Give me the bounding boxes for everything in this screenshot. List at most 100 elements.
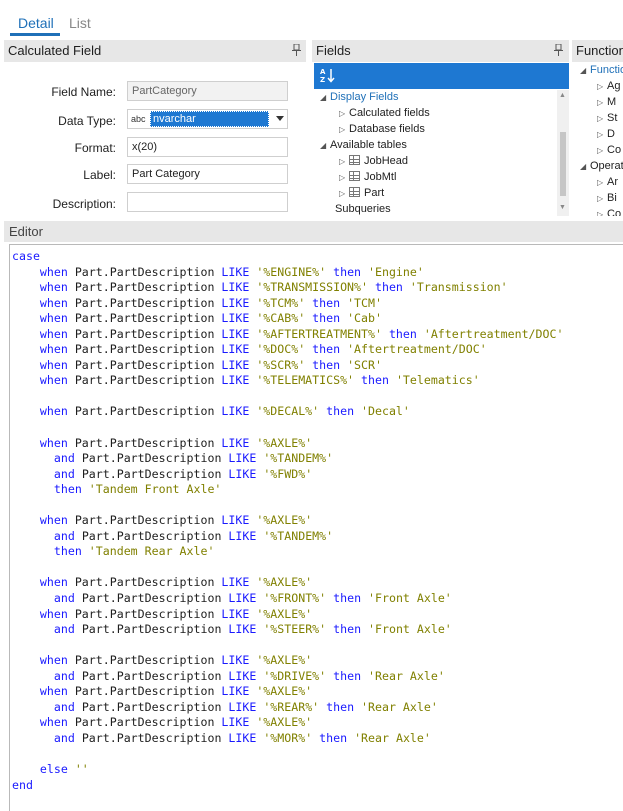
code-line: when Part.PartDescription LIKE '%AFTERTR…: [39, 326, 564, 341]
sort-az-icon[interactable]: AZ: [320, 67, 336, 86]
tree-item-calculated-fields[interactable]: ▷ Calculated fields: [339, 107, 430, 123]
scroll-up-icon[interactable]: ▲: [559, 92, 566, 99]
tab-detail[interactable]: Detail: [18, 15, 54, 31]
code-line: when Part.PartDescription LIKE '%AXLE%': [39, 653, 313, 668]
tree-item-operator-group[interactable]: ▷ Ar: [597, 176, 618, 192]
expand-icon[interactable]: ▷: [597, 130, 607, 139]
code-line: when Part.PartDescription LIKE '%DOC%' t…: [39, 342, 487, 357]
expand-icon[interactable]: ▷: [339, 125, 349, 134]
code-line: and Part.PartDescription LIKE '%TANDEM%': [53, 528, 334, 543]
expand-icon[interactable]: ▷: [597, 194, 607, 203]
fields-scrollbar[interactable]: ▲ ▼: [557, 90, 569, 216]
collapse-icon[interactable]: ◢: [580, 66, 590, 75]
code-line: when Part.PartDescription LIKE '%ENGINE%…: [39, 264, 424, 279]
expand-icon[interactable]: ▷: [597, 146, 607, 155]
table-icon: [349, 187, 360, 197]
field-name-label: Field Name:: [51, 85, 116, 99]
collapse-icon[interactable]: ◢: [320, 141, 330, 150]
tree-item-part[interactable]: ▷ Part: [339, 187, 384, 203]
tree-item-operator-group[interactable]: ▷ Co: [597, 208, 621, 216]
tree-item-jobmtl[interactable]: ▷ JobMtl: [339, 171, 396, 187]
code-line: case: [12, 249, 40, 263]
code-content[interactable]: case when Part.PartDescription LIKE '%EN…: [12, 249, 563, 793]
functions-title: Functions: [576, 43, 623, 58]
fields-title: Fields: [316, 43, 351, 58]
functions-panel: Functions ◢Functions ▷Ag ▷M ▷St ▷D ▷Co ◢…: [572, 40, 623, 216]
tree-item-function-group[interactable]: ▷ Co: [597, 144, 621, 160]
data-type-value: nvarchar: [150, 111, 269, 127]
fields-header: Fields: [312, 40, 569, 62]
code-line: end: [12, 777, 33, 792]
tree-item-operator-group[interactable]: ▷ Bi: [597, 192, 617, 208]
data-type-label: Data Type:: [58, 114, 116, 128]
svg-text:Z: Z: [320, 76, 325, 83]
code-line: and Part.PartDescription LIKE '%REAR%' t…: [53, 699, 438, 714]
tree-item-available-tables[interactable]: ◢ Available tables: [320, 139, 407, 155]
scroll-down-icon[interactable]: ▼: [559, 204, 566, 211]
collapse-icon[interactable]: ◢: [580, 162, 590, 171]
expand-icon[interactable]: ▷: [339, 189, 349, 198]
calculated-field-panel: Calculated Field Field Name: PartCategor…: [4, 40, 306, 216]
fields-toolbar: AZ: [314, 63, 569, 89]
tree-item-subqueries[interactable]: Subqueries: [335, 203, 391, 216]
tree-item-display-fields[interactable]: ◢ Display Fields: [320, 91, 398, 107]
label-label: Label:: [83, 168, 116, 182]
tree-item-database-fields[interactable]: ▷ Database fields: [339, 123, 425, 139]
expand-icon[interactable]: ▷: [339, 173, 349, 182]
code-line: when Part.PartDescription LIKE '%TRANSMI…: [39, 280, 508, 295]
tree-item-function-group[interactable]: ▷ Ag: [597, 80, 620, 96]
svg-text:A: A: [320, 68, 326, 76]
pin-icon[interactable]: [292, 43, 302, 57]
description-input[interactable]: [127, 192, 288, 212]
expand-icon[interactable]: ▷: [597, 210, 607, 216]
collapse-icon[interactable]: ◢: [320, 93, 330, 102]
data-type-select[interactable]: abc nvarchar: [127, 109, 288, 129]
functions-header: Functions: [572, 40, 623, 62]
code-line: and Part.PartDescription LIKE '%DRIVE%' …: [53, 668, 445, 683]
code-line: when Part.PartDescription LIKE '%AXLE%': [39, 684, 313, 699]
abc-type-icon: abc: [131, 114, 146, 124]
tree-item-function-group[interactable]: ▷ St: [597, 112, 617, 128]
fields-panel: Fields AZ ◢ Display Fields ▷ Calculated fi…: [312, 40, 569, 216]
expand-icon[interactable]: ▷: [597, 114, 607, 123]
format-input[interactable]: x(20): [127, 137, 288, 157]
calculated-field-title: Calculated Field: [8, 43, 102, 58]
view-tabs: Detail List: [0, 0, 623, 36]
code-line: and Part.PartDescription LIKE '%TANDEM%': [53, 451, 334, 466]
code-line: and Part.PartDescription LIKE '%STEER%' …: [53, 622, 452, 637]
code-line: when Part.PartDescription LIKE '%AXLE%': [39, 435, 313, 450]
expand-icon[interactable]: ▷: [339, 157, 349, 166]
label-input[interactable]: Part Category: [127, 164, 288, 184]
table-icon: [349, 171, 360, 181]
code-line: when Part.PartDescription LIKE '%AXLE%': [39, 513, 313, 528]
field-name-input[interactable]: PartCategory: [127, 81, 288, 101]
code-line: when Part.PartDescription LIKE '%AXLE%': [39, 575, 313, 590]
code-line: when Part.PartDescription LIKE '%SCR%' t…: [39, 357, 382, 372]
code-line: when Part.PartDescription LIKE '%TCM%' t…: [39, 295, 382, 310]
code-line: when Part.PartDescription LIKE '%AXLE%': [39, 606, 313, 621]
calculated-field-header: Calculated Field: [4, 40, 306, 62]
tree-item-function-group[interactable]: ▷ D: [597, 128, 615, 144]
tree-item-jobhead[interactable]: ▷ JobHead: [339, 155, 408, 171]
fields-tree: ◢ Display Fields ▷ Calculated fields ▷ Data…: [314, 90, 556, 216]
code-editor[interactable]: case when Part.PartDescription LIKE '%EN…: [9, 244, 623, 811]
tree-item-operators[interactable]: ◢Operators: [580, 160, 623, 176]
expand-icon[interactable]: ▷: [597, 82, 607, 91]
expand-icon[interactable]: ▷: [597, 98, 607, 107]
chevron-down-icon[interactable]: [276, 116, 284, 121]
scroll-thumb[interactable]: [560, 132, 566, 196]
pin-icon[interactable]: [554, 43, 564, 57]
expand-icon[interactable]: ▷: [339, 109, 349, 118]
active-tab-indicator: [10, 33, 60, 36]
code-line: when Part.PartDescription LIKE '%TELEMAT…: [39, 373, 480, 388]
tree-item-functions[interactable]: ◢Functions: [580, 64, 623, 80]
tree-item-function-group[interactable]: ▷ M: [597, 96, 616, 112]
code-line: then 'Tandem Rear Axle': [53, 544, 215, 559]
code-line: when Part.PartDescription LIKE '%DECAL%'…: [39, 404, 410, 419]
table-icon: [349, 155, 360, 165]
tab-list[interactable]: List: [69, 15, 91, 31]
expand-icon[interactable]: ▷: [597, 178, 607, 187]
